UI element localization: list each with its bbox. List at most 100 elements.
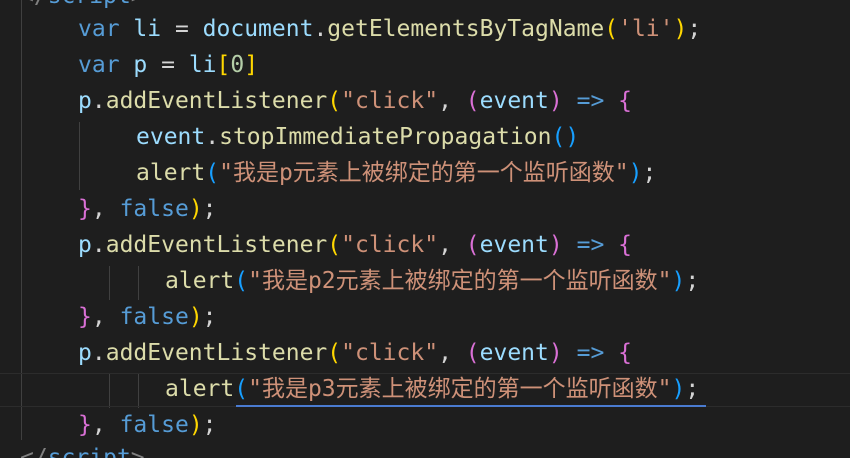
punctuation: . [91, 232, 106, 258]
punctuation: , [438, 88, 466, 114]
code-line[interactable]: }, false); [78, 407, 217, 443]
bracket: ) [548, 232, 563, 258]
punctuation: , [438, 340, 466, 366]
bracket: ) [671, 376, 686, 402]
punctuation: ; [685, 268, 700, 294]
punctuation: , [91, 412, 120, 438]
bracket: ) [671, 268, 686, 294]
method: alert [165, 376, 235, 402]
bracket: ( [234, 376, 249, 402]
code-line[interactable]: p.addEventListener("click", (event) => { [78, 83, 632, 119]
keyword: false [119, 304, 189, 330]
bracket: ) [188, 304, 203, 330]
bracket: ( [327, 88, 342, 114]
operator: = [147, 52, 189, 78]
parameter: event [479, 340, 549, 366]
punctuation: , [438, 232, 466, 258]
bracket: { [618, 88, 632, 114]
code-line[interactable]: event.stopImmediatePropagation() [136, 119, 579, 155]
string: "click" [341, 232, 439, 258]
bracket: ( [205, 160, 220, 186]
tag-open: </ [20, 445, 48, 458]
code-line[interactable]: p.addEventListener("click", (event) => { [78, 227, 632, 263]
string: "我是p元素上被绑定的第一个监听函数" [219, 160, 629, 186]
method: addEventListener [105, 340, 328, 366]
method: alert [165, 268, 235, 294]
bracket: [ [216, 52, 231, 78]
code-line-current[interactable]: alert("我是p3元素上被绑定的第一个监听函数"); [165, 371, 699, 407]
keyword: var [78, 16, 120, 42]
keyword: var [78, 52, 120, 78]
identifier: li [188, 52, 217, 78]
code-line-script-close[interactable]: </script> [20, 440, 145, 458]
code-line[interactable]: var p = li[0] [78, 47, 258, 83]
tag-close: > [130, 445, 145, 458]
bracket: ] [244, 52, 259, 78]
method: alert [136, 160, 206, 186]
bracket: ) [673, 16, 688, 42]
code-line[interactable]: p.addEventListener("click", (event) => { [78, 335, 632, 371]
punctuation: . [91, 340, 106, 366]
bracket: ( [465, 232, 480, 258]
parameter: event [479, 88, 549, 114]
bracket: ( [465, 340, 480, 366]
bracket: ( [327, 232, 342, 258]
indent-guide [138, 266, 139, 300]
punctuation: ; [202, 412, 217, 438]
punctuation: ; [642, 160, 657, 186]
tag-name: script [48, 0, 131, 9]
bracket: { [618, 340, 632, 366]
method: getElementsByTagName [327, 16, 605, 42]
arrow-operator: => [562, 232, 619, 258]
identifier: document [202, 16, 314, 42]
code-line[interactable]: alert("我是p2元素上被绑定的第一个监听函数"); [165, 263, 699, 299]
bracket: } [78, 412, 92, 438]
code-line[interactable]: var li = document.getElementsByTagName('… [78, 11, 701, 47]
identifier: p [133, 52, 148, 78]
bracket: ) [548, 88, 563, 114]
arrow-operator: => [562, 340, 619, 366]
bracket: ) [188, 412, 203, 438]
punctuation: . [205, 124, 220, 150]
punctuation: ; [202, 196, 217, 222]
string: "我是p3元素上被绑定的第一个监听函数" [248, 376, 672, 402]
tag-name: script [47, 445, 131, 458]
punctuation: . [313, 16, 328, 42]
bracket: ( [327, 340, 342, 366]
bracket: ( [465, 88, 480, 114]
bracket: ) [548, 340, 563, 366]
bracket: } [78, 196, 92, 222]
bracket: { [618, 232, 632, 258]
punctuation: ; [202, 304, 217, 330]
bracket: ( [551, 124, 566, 150]
arrow-operator: => [562, 88, 619, 114]
keyword: false [119, 196, 189, 222]
method: addEventListener [105, 232, 328, 258]
code-line[interactable]: alert("我是p元素上被绑定的第一个监听函数"); [136, 155, 656, 191]
method: addEventListener [105, 88, 328, 114]
string: "click" [341, 340, 439, 366]
punctuation: , [91, 196, 120, 222]
parameter: event [479, 232, 549, 258]
bracket: ( [604, 16, 619, 42]
code-line[interactable]: }, false); [78, 191, 217, 227]
identifier: li [133, 16, 162, 42]
bracket: ) [565, 124, 580, 150]
keyword: false [119, 412, 189, 438]
indent-guide [79, 122, 80, 190]
tag-open: </ [20, 0, 48, 9]
punctuation: , [91, 304, 120, 330]
method: stopImmediatePropagation [219, 124, 552, 150]
operator: = [161, 16, 203, 42]
identifier: p [78, 340, 92, 366]
selection-underline [236, 405, 706, 407]
string: "click" [341, 88, 439, 114]
punctuation: ; [685, 376, 700, 402]
identifier: p [78, 88, 92, 114]
code-editor[interactable]: </script> var li = document.getElementsB… [0, 0, 850, 458]
bracket: } [78, 304, 92, 330]
string: "我是p2元素上被绑定的第一个监听函数" [248, 268, 672, 294]
identifier: event [136, 124, 206, 150]
code-line[interactable]: }, false); [78, 299, 217, 335]
identifier: p [78, 232, 92, 258]
